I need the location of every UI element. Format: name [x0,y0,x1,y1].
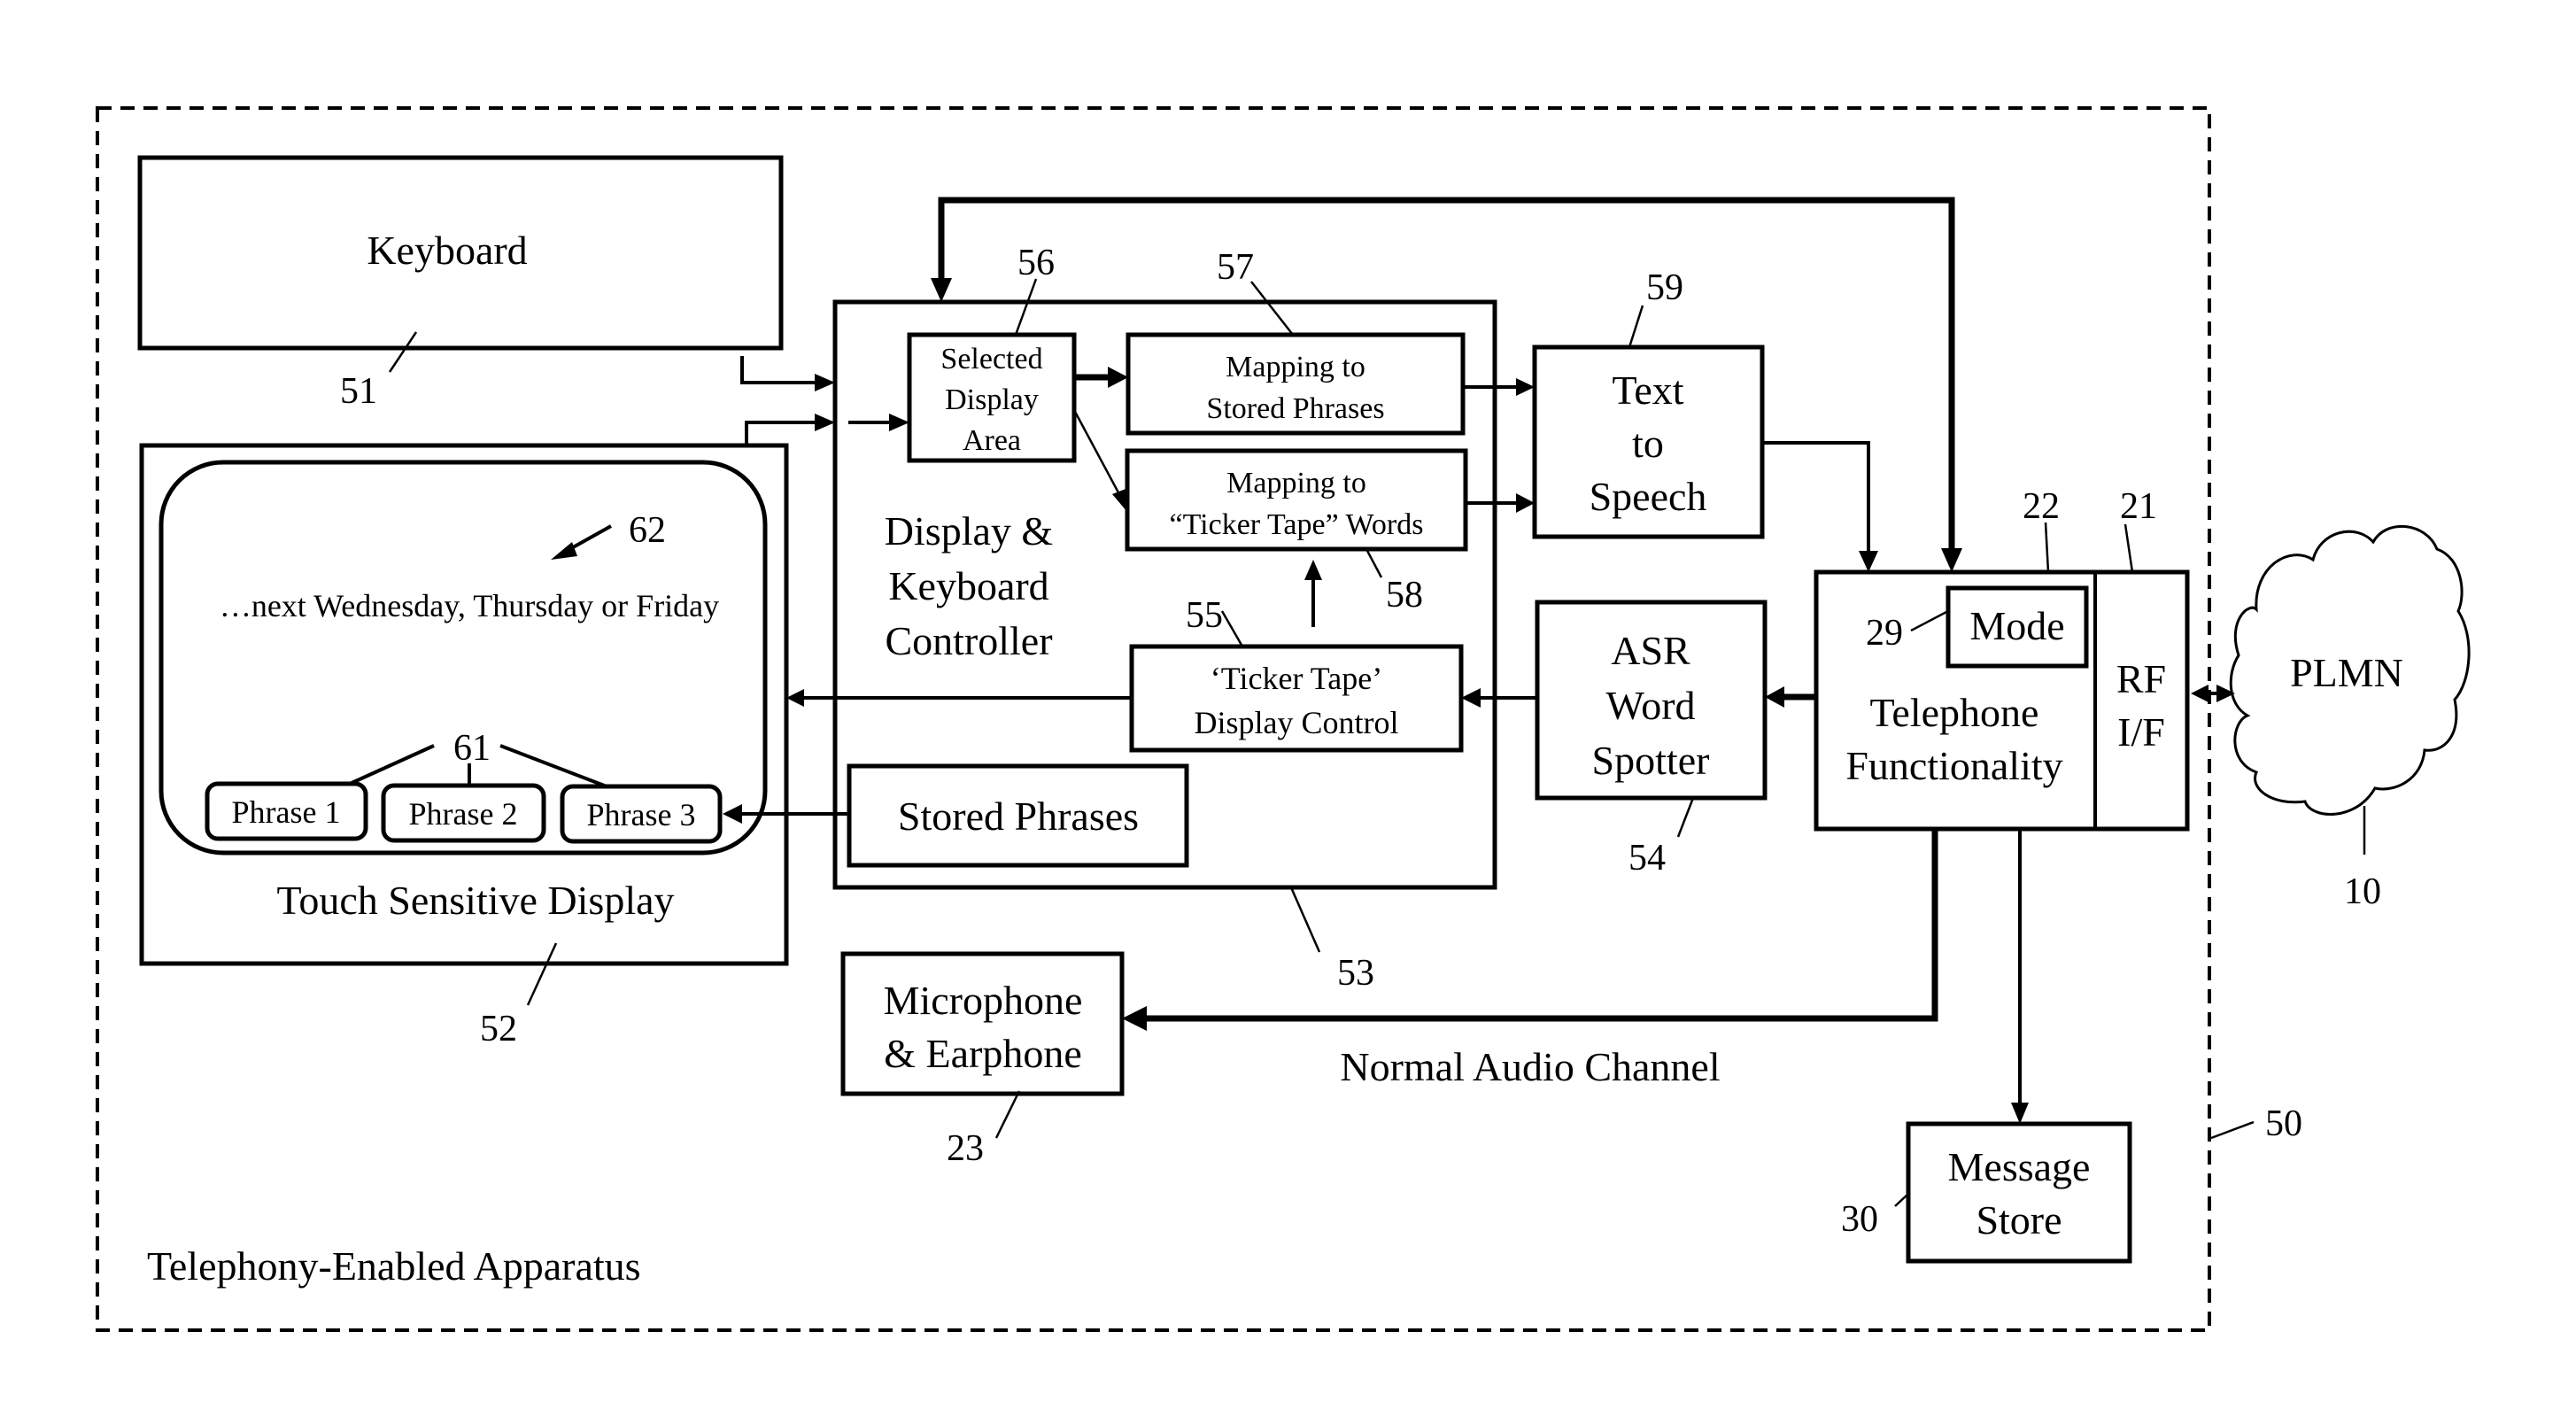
controller-label-line-2: Keyboard [888,563,1048,608]
keyboard-block: Keyboard 51 [137,155,784,412]
keyboard-ref: 51 [340,371,377,412]
message-store-block: Message Store 30 [1841,1121,2132,1264]
ticker-control-line-1: ‘Ticker Tape’ [1211,661,1382,696]
arrow-tts-to-telephone [1859,551,1878,572]
arrow-feedback-to-controller [931,278,952,302]
controller-label-line-1: Display & [885,508,1053,554]
controller-label-line-3: Controller [885,618,1052,663]
rf-if-line-2: I/F [2117,709,2165,755]
asr-line-1: ASR [1611,628,1690,673]
phrase-button-1[interactable]: Phrase 1 [205,781,368,841]
selected-display-area-block: Selected Display Area 56 [907,243,1077,463]
arrow-feedback-to-telephone [1941,548,1962,572]
tts-ref: 59 [1646,267,1683,308]
mapping-stored-ref: 57 [1217,247,1254,288]
asr-ref-leader [1676,797,1695,838]
telephone-block: Telephone Functionality 22 Mode 29 RF I/… [1814,486,2190,832]
message-store-line-2: Store [1976,1197,2062,1243]
mic-earphone-block: Microphone & Earphone 23 [840,951,1125,1169]
phrase-button-2-label: Phrase 2 [409,796,518,832]
rf-if-ref-leader [2123,523,2134,573]
mode-ref: 29 [1866,613,1903,654]
mic-earphone-ref: 23 [947,1128,984,1169]
telephone-line-1: Telephone [1870,690,2039,735]
controller-ref-leader [1289,886,1321,953]
stored-phrases-label: Stored Phrases [898,794,1139,839]
mic-earphone-ref-leader [994,1090,1021,1139]
tts-line-1: Text [1612,368,1683,413]
tts-line-3: Speech [1590,474,1707,519]
asr-ref: 54 [1628,838,1666,879]
stored-phrases-block: Stored Phrases [847,763,1189,868]
arrow-ticker-to-display [786,689,804,707]
plmn-cloud: PLMN 10 [2229,524,2471,912]
ticker-control-line-2: Display Control [1195,705,1399,740]
arrow-touch-to-controller [815,414,835,431]
rf-if-ref: 21 [2120,486,2157,527]
arrow-mapping-stored-to-tts [1516,378,1535,396]
mic-earphone-line-2: & Earphone [884,1031,1082,1076]
arrow-to-message-store [2011,1103,2029,1124]
ticker-control-ref: 55 [1186,595,1223,636]
plmn-ref: 10 [2344,871,2381,912]
touch-display-ref: 52 [480,1009,517,1049]
apparatus-ref: 50 [2265,1103,2302,1144]
selected-display-area-line-1: Selected [940,343,1042,375]
mic-earphone-line-1: Microphone [884,978,1083,1023]
connector-touch-to-controller [745,421,819,445]
asr-line-2: Word [1605,683,1695,728]
screen-text: …next Wednesday, Thursday or Friday [220,588,719,623]
phrase-button-2[interactable]: Phrase 2 [381,783,546,843]
touch-display-label: Touch Sensitive Display [276,878,674,923]
connector-keyboard-to-controller [740,356,819,384]
arrow-keyboard-to-controller [815,374,835,391]
mapping-stored-block: Mapping to Stored Phrases 57 [1126,247,1466,436]
rf-if-line-1: RF [2116,656,2166,701]
screen-ref: 62 [629,510,666,551]
touch-display-block: …next Wednesday, Thursday or Friday 62 6… [139,443,789,1049]
connector-tts-to-telephone [1762,441,1870,554]
plmn-label: PLMN [2290,650,2403,695]
selected-display-area-ref: 56 [1017,243,1055,283]
arrow-mapping-ticker-to-tts [1516,493,1535,513]
controller-ref: 53 [1337,953,1374,994]
telephone-ref-leader [2044,522,2050,573]
arrow-audio-to-mic [1122,1006,1147,1031]
keyboard-label: Keyboard [367,228,527,273]
text-to-speech-block: Text to Speech 59 [1532,267,1765,539]
audio-channel-label: Normal Audio Channel [1340,1044,1720,1089]
selected-display-area-line-2: Display [945,383,1039,416]
phrase-button-3[interactable]: Phrase 3 [560,784,723,844]
asr-line-3: Spotter [1592,738,1710,783]
arrow-telephone-to-asr [1765,686,1784,708]
mapping-ticker-line-2: “Ticker Tape” Words [1170,508,1424,541]
asr-block: ASR Word Spotter 54 [1535,600,1768,879]
mapping-stored-line-1: Mapping to [1226,351,1365,383]
mapping-stored-line-2: Stored Phrases [1206,392,1384,425]
message-store-ref: 30 [1841,1199,1878,1240]
tts-ref-leader [1628,305,1644,348]
tts-line-2: to [1632,421,1664,466]
apparatus-ref-leader [2210,1120,2255,1140]
phrase-button-1-label: Phrase 1 [232,794,341,830]
phrase-ref: 61 [453,728,491,769]
message-store-line-1: Message [1948,1144,2091,1189]
mapping-ticker-line-1: Mapping to [1226,467,1366,499]
telephone-ref: 22 [2023,486,2060,527]
block-diagram: Telephony-Enabled Apparatus 50 Keyboard … [96,106,2471,1332]
mode-label: Mode [1969,603,2064,648]
selected-display-area-line-3: Area [963,424,1021,457]
telephone-line-2: Functionality [1845,743,2062,788]
arrow-rf-side [2191,685,2209,702]
mapping-ticker-ref: 58 [1386,575,1423,615]
phrase-button-3-label: Phrase 3 [587,797,696,832]
apparatus-label: Telephony-Enabled Apparatus [147,1243,641,1289]
